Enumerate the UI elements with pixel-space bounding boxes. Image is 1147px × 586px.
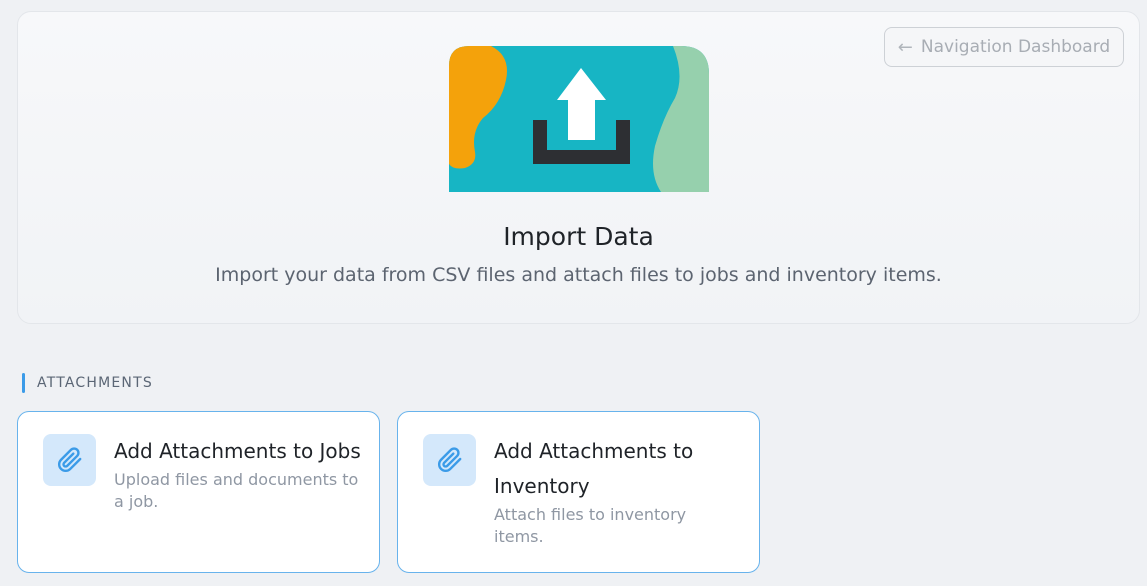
section-label: ATTACHMENTS xyxy=(37,375,153,391)
card-description: Upload files and documents to a job. xyxy=(114,470,359,511)
paperclip-icon xyxy=(43,434,96,486)
navigation-dashboard-label: Navigation Dashboard xyxy=(920,37,1111,57)
card-title: Add Attachments to Inventory xyxy=(494,439,694,498)
navigation-dashboard-button[interactable]: ← Navigation Dashboard xyxy=(884,27,1124,67)
card-description: Attach files to inventory items. xyxy=(494,505,687,546)
add-attachments-to-jobs-card[interactable]: Add Attachments to Jobs Upload files and… xyxy=(17,411,380,573)
upload-illustration xyxy=(449,46,709,192)
paperclip-icon xyxy=(423,434,476,486)
import-header-panel: ← Navigation Dashboard Import Data Impor… xyxy=(17,11,1140,324)
arrow-left-icon: ← xyxy=(897,36,913,58)
card-title: Add Attachments to Jobs xyxy=(114,439,361,463)
add-attachments-to-inventory-card[interactable]: Add Attachments to Inventory Attach file… xyxy=(397,411,760,573)
section-accent-bar xyxy=(22,373,25,393)
attachments-section-heading: ATTACHMENTS xyxy=(22,373,153,393)
page-subtitle: Import your data from CSV files and atta… xyxy=(215,264,942,286)
page-title: Import Data xyxy=(503,222,654,251)
